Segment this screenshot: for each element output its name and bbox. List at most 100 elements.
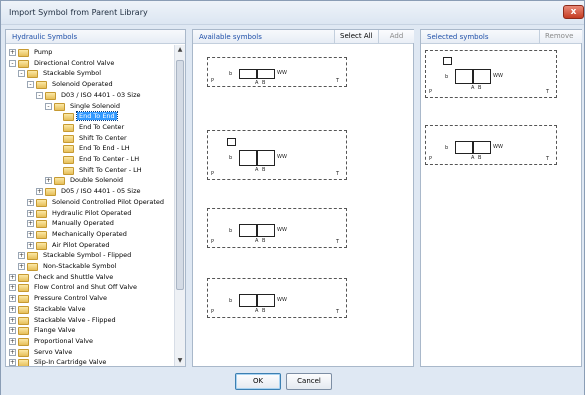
expand-icon[interactable]: + <box>18 252 25 260</box>
tree-node-label[interactable]: Stackable Symbol <box>41 69 103 77</box>
valve-symbol[interactable]: WW b A B P T <box>425 125 557 165</box>
folder-icon <box>18 316 29 325</box>
ok-button[interactable]: OK <box>235 373 281 390</box>
collapse-icon[interactable]: - <box>36 91 43 99</box>
expand-icon[interactable]: + <box>9 273 16 281</box>
port-label-b-upper: B <box>262 308 266 314</box>
port-label-t: T <box>336 78 340 84</box>
expand-icon[interactable]: + <box>9 305 16 313</box>
tree-node-label[interactable]: Solenoid Controlled Pilot Operated <box>50 198 166 206</box>
folder-icon <box>18 273 29 282</box>
tree-node-label[interactable]: Mechanically Operated <box>50 230 129 238</box>
port-label-b-upper: B <box>262 80 266 86</box>
tree-node-label[interactable]: D05 / ISO 4401 - 05 Size <box>59 187 143 195</box>
valve-envelope <box>239 294 257 307</box>
select-all-button[interactable]: Select All <box>334 30 378 43</box>
tree-node-label[interactable]: Double Solenoid <box>68 176 125 184</box>
tree-node-label[interactable]: Shift To Center <box>77 134 129 142</box>
tree-node-label[interactable]: End To End <box>76 111 118 122</box>
tree-node-label[interactable]: Flange Valve <box>32 326 77 334</box>
tree-node-label[interactable]: Proportional Valve <box>32 337 95 345</box>
expand-icon[interactable]: + <box>9 316 16 324</box>
folder-icon <box>18 359 29 366</box>
tree-node-label[interactable]: D03 / ISO 4401 - 03 Size <box>59 91 143 99</box>
scroll-thumb[interactable] <box>176 60 184 290</box>
selected-symbols-panel: Selected symbols Remove WW b A B P T WW b A B P T <box>420 29 582 367</box>
valve-envelope <box>455 69 473 84</box>
collapse-icon[interactable]: - <box>9 59 16 67</box>
folder-icon <box>18 295 29 304</box>
tree-node-label[interactable]: Shift To Center - LH <box>77 166 144 174</box>
expand-icon[interactable]: + <box>9 49 16 56</box>
valve-symbol[interactable]: WW b A B P T <box>207 278 347 318</box>
valve-symbol[interactable]: WW b A B P T <box>207 57 347 87</box>
dialog-footer: OK Cancel <box>1 369 584 395</box>
expand-icon[interactable]: + <box>27 241 34 249</box>
expand-icon[interactable]: + <box>45 177 52 185</box>
tree-node-label[interactable]: End To End - LH <box>77 144 132 152</box>
tree-node-label[interactable]: Directional Control Valve <box>32 59 116 67</box>
tree-scrollbar[interactable]: ▲ ▼ <box>174 45 185 366</box>
collapse-icon[interactable]: - <box>18 70 25 78</box>
valve-envelope <box>239 69 257 79</box>
splitter-left[interactable] <box>187 29 191 367</box>
tree-node-label[interactable]: Flow Control and Shut Off Valve <box>32 283 139 291</box>
collapse-icon[interactable]: - <box>45 102 52 110</box>
port-label-t: T <box>336 171 340 177</box>
hydraulic-symbols-panel: Hydraulic Symbols + Pump - Directional Cont… <box>5 29 186 367</box>
spring-icon: WW <box>277 296 287 303</box>
folder-icon <box>36 230 47 239</box>
scroll-down-icon[interactable]: ▼ <box>175 356 185 366</box>
port-label-a: A <box>255 238 259 244</box>
available-symbols-panel: Available symbols Select All Add WW b A B P T… <box>192 29 414 367</box>
close-button[interactable]: x <box>563 5 584 19</box>
symbol-tree[interactable]: + Pump - Directional Control Valve - Stackabl… <box>6 45 173 366</box>
valve-symbol[interactable]: WW b A B P T <box>425 50 557 98</box>
tree-node-label[interactable]: End To Center - LH <box>77 155 141 163</box>
cancel-button[interactable]: Cancel <box>286 373 332 390</box>
tree-node-label[interactable]: Check and Shuttle Valve <box>32 273 115 281</box>
tree-node-label[interactable]: Pump <box>32 48 54 56</box>
folder-icon <box>36 209 47 218</box>
tree-node-label[interactable]: Stackable Valve - Flipped <box>32 316 118 324</box>
tree-node-label[interactable]: Stackable Symbol - Flipped <box>41 251 133 259</box>
expand-icon[interactable]: + <box>9 348 16 356</box>
folder-icon <box>18 327 29 336</box>
tree-node-label[interactable]: Air Pilot Operated <box>50 241 112 249</box>
port-label-t: T <box>336 309 340 315</box>
tree-node-label[interactable]: Stackable Valve <box>32 305 87 313</box>
tree-node-label[interactable]: Non-Stackable Symbol <box>41 262 118 270</box>
hydraulic-symbols-title: Hydraulic Symbols <box>12 33 78 41</box>
expand-icon[interactable]: + <box>9 284 16 292</box>
valve-symbol[interactable]: WW b A B P T <box>207 130 347 180</box>
expand-icon[interactable]: + <box>9 295 16 303</box>
expand-icon[interactable]: + <box>27 230 34 238</box>
expand-icon[interactable]: + <box>9 359 16 366</box>
expand-icon[interactable]: + <box>18 263 25 270</box>
expand-icon[interactable]: + <box>27 220 34 228</box>
folder-icon <box>36 81 47 90</box>
folder-icon <box>36 241 47 250</box>
remove-button[interactable]: Remove <box>539 30 582 43</box>
add-button[interactable]: Add <box>378 30 414 43</box>
tree-node-label[interactable]: Slip-In Cartridge Valve <box>32 358 108 366</box>
tree-node-label[interactable]: Solenoid Operated <box>50 80 115 88</box>
expand-icon[interactable]: + <box>9 327 16 335</box>
tree-node-label[interactable]: Manually Operated <box>50 219 116 227</box>
folder-icon <box>63 166 74 175</box>
expand-icon[interactable]: + <box>27 198 34 206</box>
scroll-up-icon[interactable]: ▲ <box>175 45 185 55</box>
tree-node-label[interactable]: Hydraulic Pilot Operated <box>50 209 133 217</box>
collapse-icon[interactable]: - <box>27 81 34 89</box>
tree-node-label[interactable]: Single Solenoid <box>68 102 122 110</box>
expand-icon[interactable]: + <box>36 188 43 196</box>
tree-node-label[interactable]: End To Center <box>77 123 126 131</box>
tree-node-label[interactable]: Servo Valve <box>32 348 74 356</box>
expand-icon[interactable]: + <box>9 337 16 345</box>
solenoid-icon <box>227 138 236 146</box>
splitter-right[interactable] <box>415 29 419 367</box>
port-label-p: P <box>211 309 215 315</box>
valve-symbol[interactable]: WW b A B P T <box>207 208 347 248</box>
tree-node-label[interactable]: Pressure Control Valve <box>32 294 109 302</box>
expand-icon[interactable]: + <box>27 209 34 217</box>
